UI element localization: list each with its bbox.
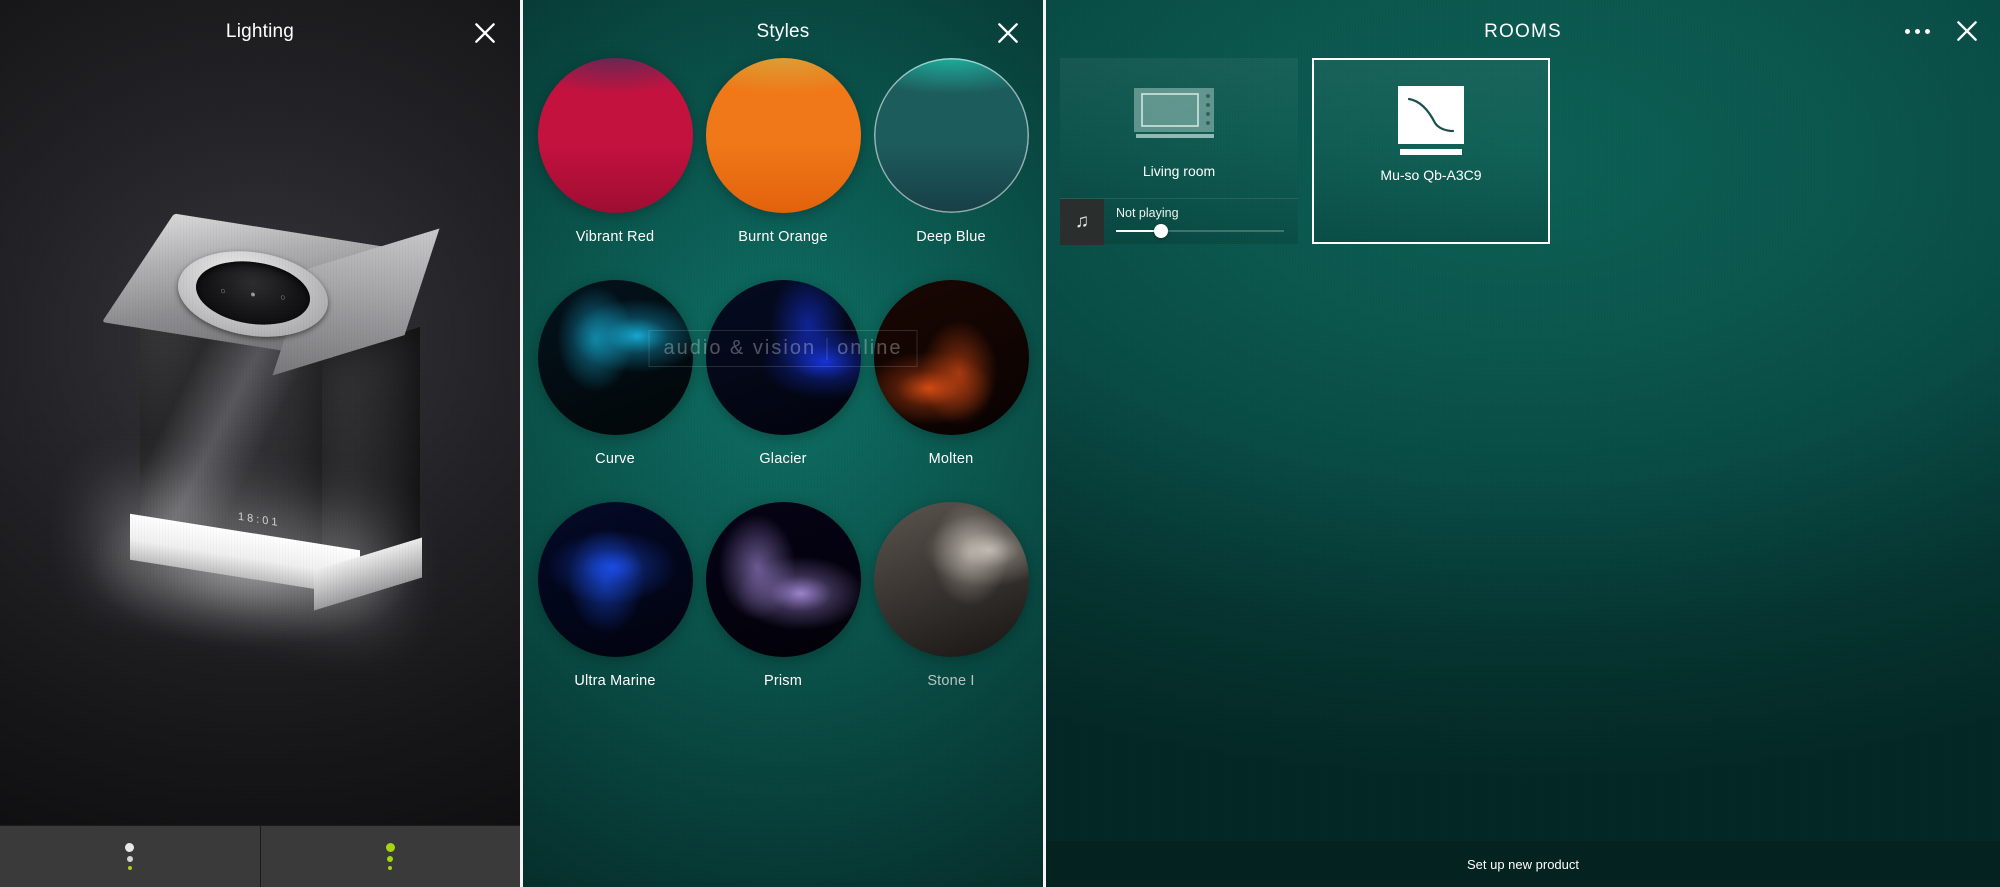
style-swatch: [537, 502, 693, 657]
style-item-glacier[interactable]: Glacier: [699, 280, 867, 502]
brightness-dots-icon: [125, 843, 135, 870]
style-swatch: [705, 502, 861, 657]
close-icon: [998, 23, 1018, 43]
style-label: Deep Blue: [916, 229, 986, 245]
now-playing-status: Not playing: [1116, 206, 1179, 220]
muso-qb-base-glow: [1400, 149, 1462, 155]
lighting-bottom-tabs: [0, 825, 520, 887]
rooms-title-text: ROOMS: [1484, 21, 1562, 42]
room-name-label: Living room: [1142, 163, 1216, 179]
overflow-menu-icon: [1905, 28, 1910, 34]
style-item-stone-i[interactable]: Stone I: [867, 502, 1035, 724]
rooms-panel: ROOMS Living room ♫ Not playing Mu-so Qb…: [1046, 0, 2000, 887]
lighting-close-button[interactable]: [472, 20, 498, 46]
setup-new-product-button[interactable]: Set up new product: [1046, 841, 2000, 887]
music-note-icon: ♫: [1060, 198, 1104, 245]
styles-close-button[interactable]: [995, 20, 1021, 46]
style-swatch: [705, 58, 861, 213]
muso-qb-render: ○ ● ○ 18:01: [60, 213, 460, 645]
close-icon: [1957, 21, 1977, 41]
lighting-title: Lighting: [0, 0, 520, 64]
setup-new-product-label: Set up new product: [1466, 856, 1580, 872]
lighting-title-text: Lighting: [225, 21, 295, 42]
volume-slider[interactable]: [1116, 224, 1284, 238]
style-swatch: [873, 58, 1029, 213]
style-item-burnt-orange[interactable]: Burnt Orange: [699, 58, 867, 280]
style-label: Glacier: [759, 451, 807, 467]
style-swatch: [705, 280, 861, 435]
style-label: Curve: [595, 451, 635, 467]
speaker-device-icon: [1130, 84, 1228, 151]
styles-panel: Styles Vibrant Red Burnt Orange Deep Blue C…: [523, 0, 1046, 887]
room-card-muso-qb[interactable]: Mu-so Qb-A3C9: [1312, 58, 1550, 244]
style-label: Prism: [763, 673, 803, 689]
style-item-prism[interactable]: Prism: [699, 502, 867, 724]
room-name-label: Mu-so Qb-A3C9: [1380, 167, 1482, 183]
overflow-menu-button[interactable]: [1901, 25, 1934, 38]
styles-title-text: Styles: [756, 21, 810, 42]
close-icon: [475, 23, 495, 43]
room-card-list: Living room ♫ Not playing Mu-so Qb-A3C9: [1060, 58, 1986, 245]
lighting-style-tab[interactable]: [259, 826, 521, 887]
style-swatch: [537, 280, 693, 435]
style-item-vibrant-red[interactable]: Vibrant Red: [531, 58, 699, 280]
speaker-preview-stage: ○ ● ○ 18:01: [0, 64, 520, 825]
styles-title: Styles: [523, 0, 1043, 64]
style-dots-icon: [385, 843, 395, 870]
lighting-brightness-tab[interactable]: [0, 826, 260, 887]
style-item-curve[interactable]: Curve: [531, 280, 699, 502]
style-swatch: [873, 502, 1029, 657]
style-label: Burnt Orange: [738, 229, 828, 245]
now-playing-content: Not playing: [1104, 206, 1298, 238]
rooms-close-button[interactable]: [1954, 18, 1980, 44]
muso-qb-icon: [1398, 86, 1464, 144]
lighting-panel: Lighting ○ ● ○ 18:01: [0, 0, 523, 887]
style-swatch: [537, 58, 693, 213]
rooms-actions: [1901, 18, 1980, 44]
style-label: Ultra Marine: [574, 673, 656, 689]
style-label: Stone I: [927, 673, 975, 689]
three-panel-screenshot: Lighting ○ ● ○ 18:01 Styles Vibrant Red …: [0, 0, 2000, 887]
rooms-title-bar: ROOMS: [1046, 0, 2000, 64]
style-label: Molten: [928, 451, 974, 467]
style-item-ultra-marine[interactable]: Ultra Marine: [531, 502, 699, 724]
style-label: Vibrant Red: [575, 229, 655, 245]
styles-grid: Vibrant Red Burnt Orange Deep Blue Curve Gla…: [523, 58, 1043, 887]
now-playing-bar: ♫ Not playing: [1060, 198, 1298, 245]
room-card-living-room[interactable]: Living room ♫ Not playing: [1060, 58, 1298, 245]
volume-knob[interactable]: [1154, 224, 1169, 238]
style-item-molten[interactable]: Molten: [867, 280, 1035, 502]
style-item-deep-blue[interactable]: Deep Blue: [867, 58, 1035, 280]
style-swatch: [873, 280, 1029, 435]
